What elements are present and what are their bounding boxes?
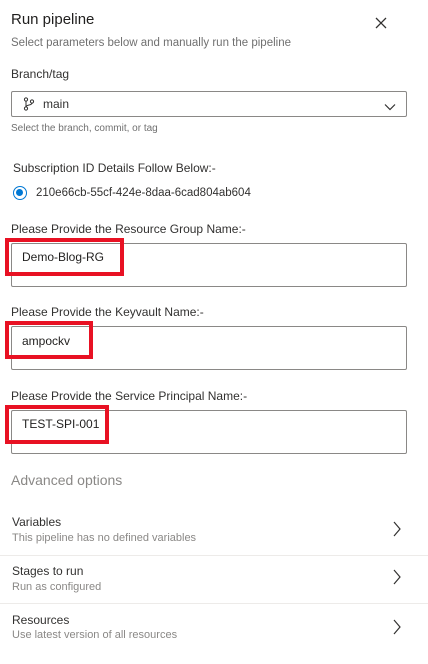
subscription-label: Subscription ID Details Follow Below:- [13,161,216,175]
branch-label: Branch/tag [11,67,70,81]
branch-helper-text: Select the branch, commit, or tag [11,123,158,134]
chevron-right-icon [392,521,402,537]
row-subtitle: This pipeline has no defined variables [12,532,197,544]
resource-group-label: Please Provide the Resource Group Name:- [11,222,246,236]
row-title: Variables [12,515,62,529]
row-subtitle: Run as configured [12,581,102,593]
chevron-down-icon [384,99,396,111]
keyvault-value: ampockv [22,334,71,348]
branch-dropdown[interactable]: main [11,91,407,117]
subscription-radio[interactable] [13,186,27,200]
keyvault-label: Please Provide the Keyvault Name:- [11,305,204,319]
chevron-right-icon [392,569,402,585]
advanced-row-resources[interactable]: Resources Use latest version of all reso… [0,604,428,654]
chevron-right-icon [392,619,402,635]
row-subtitle: Use latest version of all resources [12,629,178,641]
service-principal-label: Please Provide the Service Principal Nam… [11,389,248,403]
row-title: Resources [12,613,70,627]
branch-icon [22,97,36,111]
service-principal-value: TEST-SPI-001 [22,417,100,431]
advanced-row-variables[interactable]: Variables This pipeline has no defined v… [0,507,428,555]
panel-subtitle: Select parameters below and manually run… [11,37,291,49]
resource-group-value: Demo-Blog-RG [22,250,105,264]
advanced-options-heading: Advanced options [11,472,123,488]
panel-title: Run pipeline [11,11,95,28]
close-icon[interactable] [372,14,390,32]
row-title: Stages to run [12,564,84,578]
advanced-row-stages[interactable]: Stages to run Run as configured [0,556,428,603]
subscription-option-label: 210e66cb-55cf-424e-8daa-6cad804ab604 [36,187,251,199]
branch-value: main [43,97,70,111]
